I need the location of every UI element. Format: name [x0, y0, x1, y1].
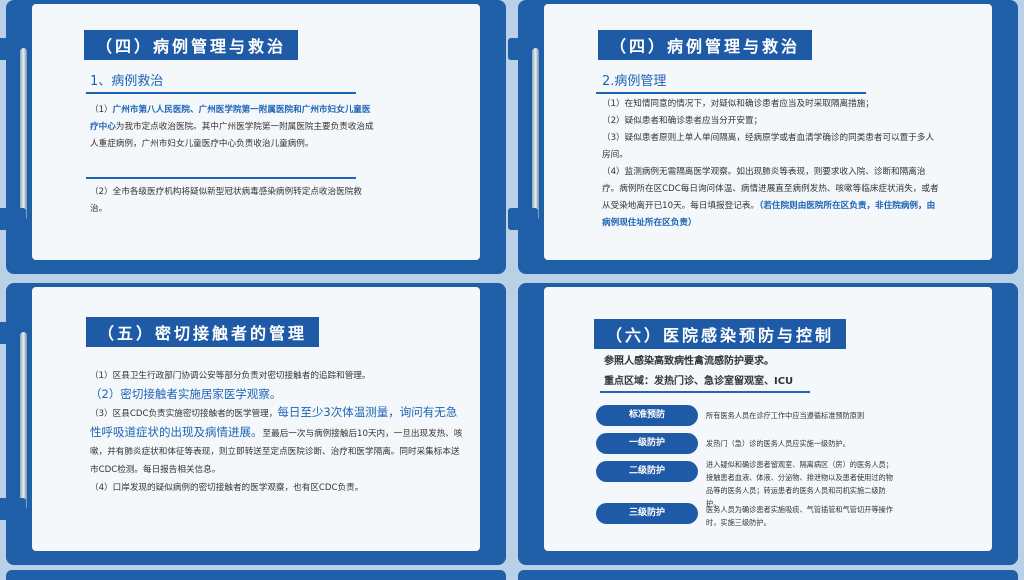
section-subtitle: 2.病例管理	[602, 74, 667, 89]
level-pill[interactable]: 一级防护	[596, 433, 698, 454]
divider	[600, 391, 810, 393]
protection-levels: 标准预防 所有医务人员在诊疗工作中应当遵循标准预防原则 一级防护 发热门（急）诊…	[596, 405, 916, 555]
section-subtitle: 1、病例救治	[90, 74, 164, 89]
slide-title: （四）病例管理与救治	[84, 30, 299, 60]
contact-management-text: （1）区县卫生行政部门协调公安等部分负责对密切接触者的追踪和管理。 （2）密切接…	[90, 367, 466, 497]
level-pill[interactable]: 三级防护	[596, 503, 698, 524]
list-item: （3）疑似患者原则上单人单间隔离，经病原学或者血清学确诊的同类患者可以置于多人房…	[602, 133, 935, 160]
list-item: （1）在知情同意的情况下，对疑似和确诊患者应当及时采取隔离措施；	[602, 99, 874, 109]
slide-title: （五）密切接触者的管理	[86, 317, 320, 347]
slide-card-1[interactable]: （四）病例管理与救治 1、病例救治 （1）广州市第八人民医院、广州医学院第一附属…	[0, 0, 506, 274]
list-item: （3）区县CDC负责实施密切接触者的医学管理，每日至少3次体温测量，询问有无急性…	[90, 405, 463, 475]
level-description: 发热门（急）诊的医务人员应实施一级防护。	[706, 439, 850, 448]
divider	[596, 92, 866, 94]
list-item: （4）监测病例无需隔离医学观察。如出现肺炎等表现，则要求收入院、诊断和隔离治疗。…	[602, 167, 939, 228]
divider	[86, 92, 356, 94]
list-item: （4）口岸发现的疑似病例的密切接触者的医学观察，也有区CDC负责。	[90, 483, 364, 493]
list-item: （2）密切接触者实施居家医学观察。	[90, 387, 282, 401]
level-pill[interactable]: 二级防护	[596, 461, 698, 482]
key-areas-line: 重点区域：发热门诊、急诊室留观室、ICU	[604, 376, 794, 387]
divider	[86, 177, 356, 179]
slide-title: （六）医院感染预防与控制	[594, 319, 847, 349]
slide-card-3[interactable]: （五）密切接触者的管理 （1）区县卫生行政部门协调公安等部分负责对密切接触者的追…	[0, 283, 506, 565]
requirement-line: 参照人感染高致病性禽流感防护要求。	[604, 356, 774, 367]
paragraph-2: （2）全市各级医疗机构将疑似新型冠状病毒感染病例转定点收治医院救治。	[90, 187, 362, 214]
binder-clip	[0, 322, 40, 520]
slide-card-2[interactable]: （四）病例管理与救治 2.病例管理 （1）在知情同意的情况下，对疑似和确诊患者应…	[508, 0, 1018, 274]
list-item: （1）区县卫生行政部门协调公安等部分负责对密切接触者的追踪和管理。	[90, 371, 371, 381]
level-description: 所有医务人员在诊疗工作中应当遵循标准预防原则	[706, 411, 865, 420]
level-description: 医务人员为确诊患者实施吸痰、气管插管和气管切开等操作时，实施三级防护。	[706, 505, 893, 527]
next-slide-edge	[518, 570, 1018, 580]
slide-card-4[interactable]: （六）医院感染预防与控制 参照人感染高致病性禽流感防护要求。 重点区域：发热门诊…	[518, 283, 1018, 565]
list-item: （2）疑似患者和确诊患者应当分开安置；	[602, 116, 763, 126]
binder-clip	[508, 38, 552, 231]
slide-title: （四）病例管理与救治	[598, 30, 813, 60]
management-list: （1）在知情同意的情况下，对疑似和确诊患者应当及时采取隔离措施； （2）疑似患者…	[602, 96, 942, 232]
level-pill[interactable]: 标准预防	[596, 405, 698, 426]
binder-clip	[0, 38, 40, 231]
paragraph-1: （1）广州市第八人民医院、广州医学院第一附属医院和广州市妇女儿童医疗中心为我市定…	[90, 105, 374, 149]
next-slide-edge	[6, 570, 506, 580]
